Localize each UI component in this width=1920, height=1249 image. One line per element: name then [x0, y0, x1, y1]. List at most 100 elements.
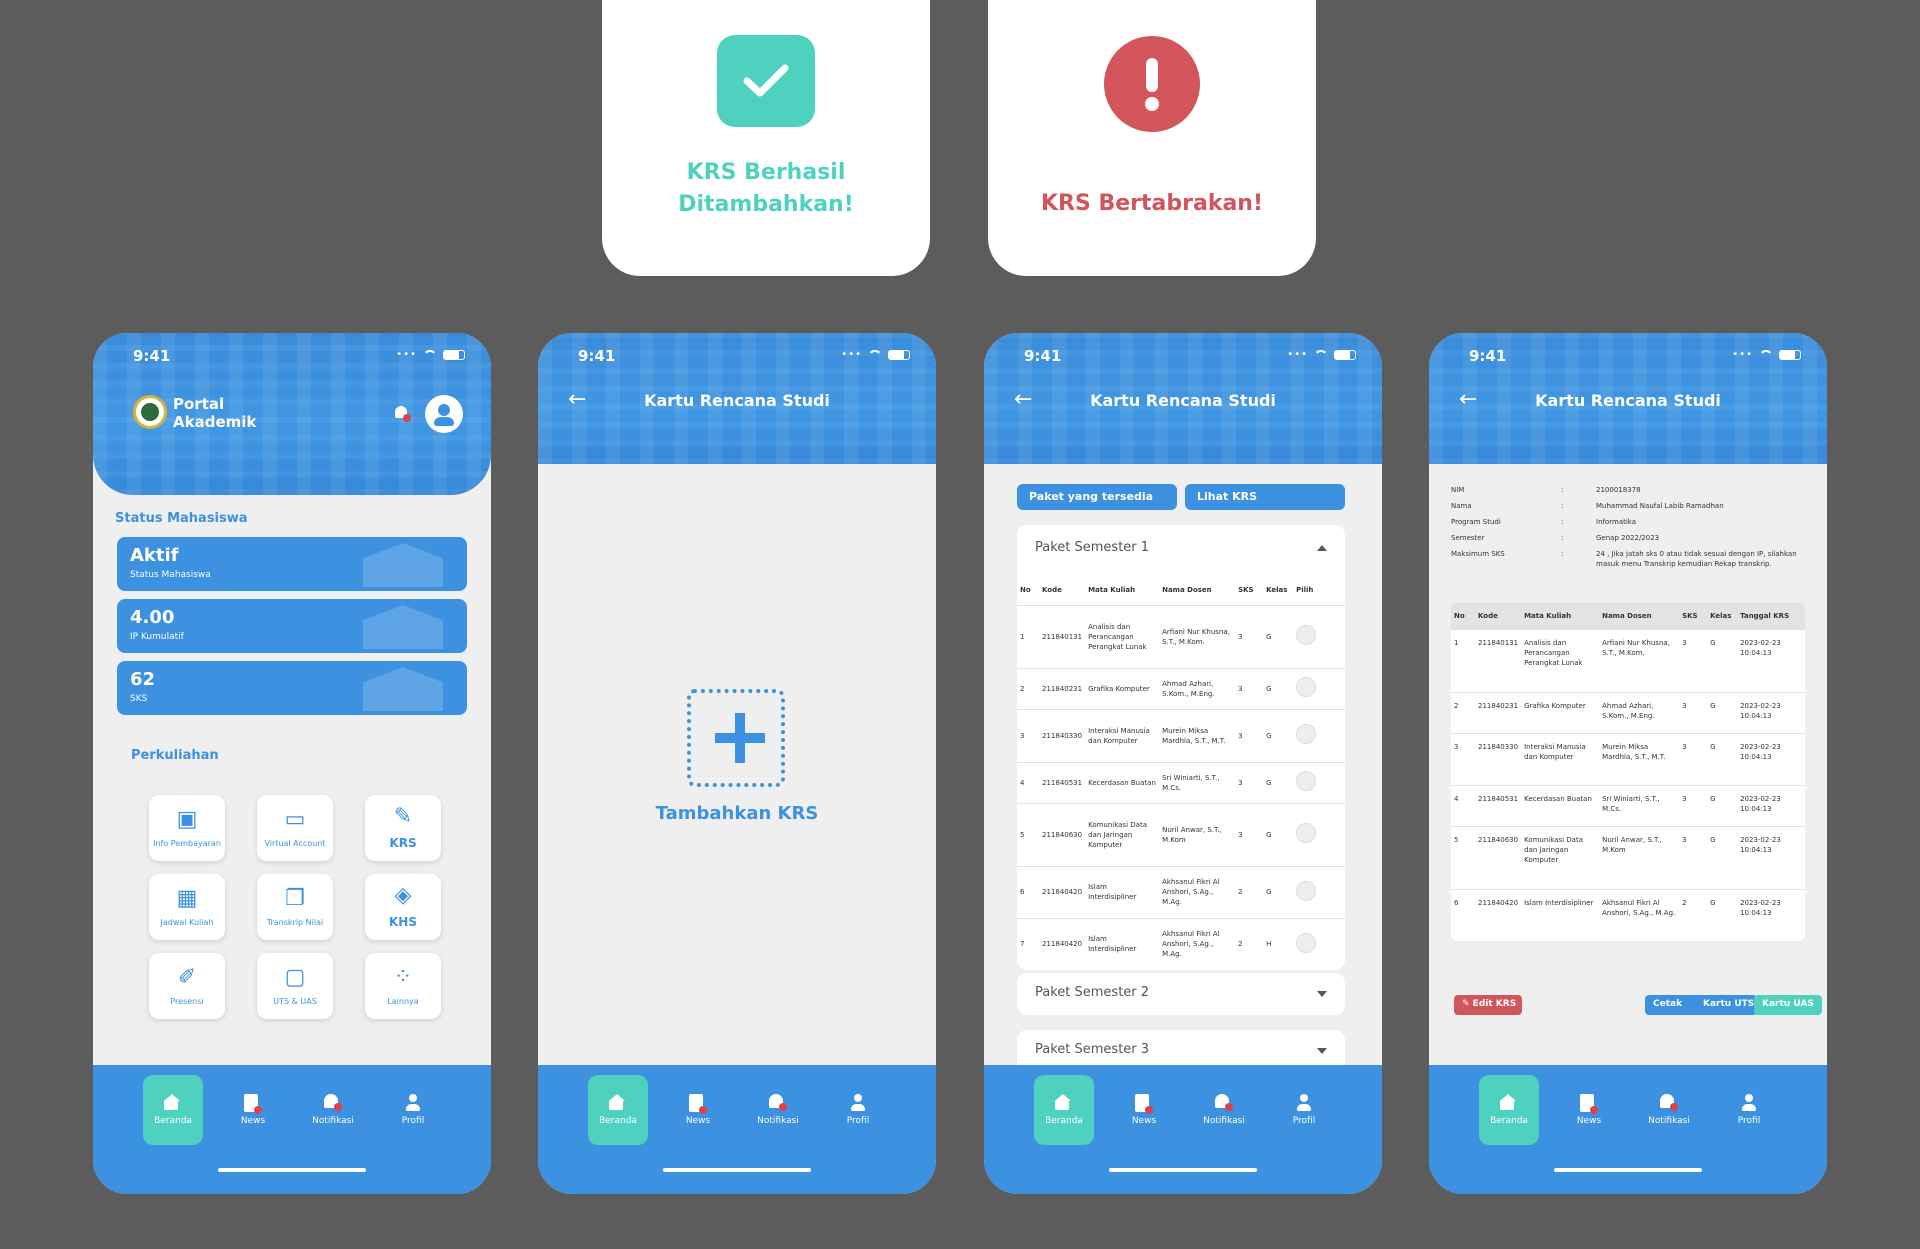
cell: Kecerdasan Buatan: [1085, 761, 1160, 803]
nav-label: Beranda: [154, 1116, 192, 1126]
cell: 2023-02-23 10:04:13: [1737, 732, 1805, 785]
nav-notifikasi[interactable]: Notifikasi: [1639, 1075, 1699, 1145]
kartu-uas-button[interactable]: Kartu UAS: [1754, 995, 1822, 1015]
edit-icon: ✐: [177, 964, 197, 990]
info-value: Informatika: [1596, 518, 1637, 526]
menu-label: KHS: [389, 915, 417, 929]
add-krs-button[interactable]: [687, 689, 785, 787]
notification-bell-icon[interactable]: [393, 405, 411, 422]
nav-profil[interactable]: Profil: [383, 1075, 443, 1145]
documents-icon: ❐: [285, 885, 305, 911]
chevron-down-icon: [1317, 1048, 1327, 1054]
cell: 2: [1235, 865, 1264, 918]
signal-icon: •••: [841, 349, 862, 360]
select-radio[interactable]: [1296, 880, 1317, 901]
krs-detail-screen: 9:41 ••• ← Kartu Rencana Studi NIM:21000…: [1429, 333, 1827, 1194]
menu-khs[interactable]: ◈ KHS: [365, 874, 441, 940]
cell: 3: [1235, 667, 1264, 709]
status-section-title: Status Mahasiswa: [115, 511, 248, 526]
nav-profil[interactable]: Profil: [828, 1075, 888, 1145]
cell: Akhsanul Fikri Al Anshori, S.Ag., M.Ag.: [1159, 865, 1236, 918]
nav-news[interactable]: News: [668, 1075, 728, 1145]
menu-info-pembayaran[interactable]: ▣ Info Pembayaran: [149, 795, 225, 861]
bell-icon: [1660, 1094, 1678, 1111]
cell: 4: [1017, 761, 1039, 803]
cell: 211840330: [1475, 732, 1522, 785]
nav-news[interactable]: News: [1559, 1075, 1619, 1145]
sks-card[interactable]: 62 SKS: [117, 661, 467, 715]
profile-avatar[interactable]: [425, 395, 463, 433]
cell: 211840630: [1039, 802, 1086, 866]
info-value: Genap 2022/2023: [1596, 534, 1660, 542]
status-time: 9:41: [1024, 347, 1062, 365]
status-card[interactable]: Aktif Status Mahasiswa: [117, 537, 467, 591]
cell: 2023-02-23 10:04:13: [1737, 628, 1805, 692]
tab-paket-tersedia[interactable]: Paket yang tersedia: [1017, 484, 1177, 510]
krs-error-dialog: KRS Bertabrakan!: [988, 0, 1316, 276]
nav-beranda[interactable]: Beranda: [588, 1075, 648, 1145]
paket-semester-1-header[interactable]: Paket Semester 1: [1017, 525, 1345, 575]
col-header: No: [1451, 603, 1475, 629]
menu-jadwal-kuliah[interactable]: ▦ Jadwal Kuliah: [149, 874, 225, 940]
paket-semester-2-card[interactable]: Paket Semester 2: [1017, 973, 1345, 1015]
menu-virtual-account[interactable]: ▭ Virtual Account: [257, 795, 333, 861]
select-radio[interactable]: [1296, 625, 1317, 645]
select-radio[interactable]: [1296, 932, 1317, 953]
news-icon: [1580, 1094, 1598, 1114]
menu-label: Transkrip Nilai: [266, 917, 324, 927]
nav-notifikasi[interactable]: Notifikasi: [303, 1075, 363, 1145]
cell: 211840231: [1475, 691, 1522, 733]
nav-beranda[interactable]: Beranda: [1034, 1075, 1094, 1145]
nav-beranda[interactable]: Beranda: [143, 1075, 203, 1145]
menu-uts-uas[interactable]: ▢ UTS & UAS: [257, 953, 333, 1019]
nav-notifikasi[interactable]: Notifikasi: [748, 1075, 808, 1145]
books-icon: [363, 667, 443, 711]
news-icon: [244, 1094, 262, 1114]
check-icon: [717, 35, 815, 127]
menu-krs[interactable]: ✎ KRS: [365, 795, 441, 861]
cell: G: [1263, 708, 1294, 762]
menu-lainnya[interactable]: ⁘ Lainnya: [365, 953, 441, 1019]
ipk-card[interactable]: 4.00 IP Kumulatif: [117, 599, 467, 653]
cell: 211840131: [1039, 604, 1086, 668]
cell: 2: [1017, 667, 1039, 709]
cell: Nuril Anwar, S.T., M.Kom: [1599, 825, 1680, 889]
select-radio[interactable]: [1296, 677, 1317, 697]
select-radio[interactable]: [1296, 823, 1317, 843]
cell: G: [1707, 784, 1738, 826]
paket-title: Paket Semester 1: [1035, 540, 1150, 555]
nav-profil[interactable]: Profil: [1719, 1075, 1779, 1145]
bottom-nav: Beranda News Notifikasi Profil: [538, 1065, 936, 1194]
nav-profil[interactable]: Profil: [1274, 1075, 1334, 1145]
nav-label: News: [240, 1116, 266, 1126]
edit-krs-button[interactable]: ✎ Edit KRS: [1454, 995, 1522, 1015]
nav-beranda[interactable]: Beranda: [1479, 1075, 1539, 1145]
nav-label: Profil: [401, 1116, 425, 1126]
user-icon: [1295, 1094, 1313, 1111]
tab-lihat-krs[interactable]: Lihat KRS: [1185, 484, 1345, 510]
select-radio[interactable]: [1296, 771, 1317, 791]
nav-notifikasi[interactable]: Notifikasi: [1194, 1075, 1254, 1145]
nav-news[interactable]: News: [1114, 1075, 1174, 1145]
nav-label: Notifikasi: [1648, 1116, 1690, 1126]
stat-label: IP Kumulatif: [130, 632, 184, 642]
cell: Arfiani Nur Khusna, S.T., M.Kom.: [1159, 604, 1236, 668]
kartu-uts-button[interactable]: Kartu UTS: [1695, 995, 1757, 1015]
cell: Akhsanul Fikri Al Anshori, S.Ag., M.Ag.: [1159, 917, 1236, 970]
info-value: 24 , Jika jatah sks 0 atau tidak sesuai …: [1596, 550, 1797, 568]
table-row: 4 211840531 Kecerdasan Buatan Sri Winiarti,…: [1017, 761, 1345, 803]
paket-semester-2-header[interactable]: Paket Semester 2: [1017, 973, 1345, 1015]
nav-label: News: [1576, 1116, 1602, 1126]
menu-transkrip-nilai[interactable]: ❐ Transkrip Nilai: [257, 874, 333, 940]
nav-news[interactable]: News: [223, 1075, 283, 1145]
info-key: Nama: [1451, 502, 1472, 510]
cell: Sri Winiarti, S.T., M.Cs.: [1159, 761, 1236, 803]
col-header: Tanggal KRS: [1737, 603, 1805, 629]
col-header: Kelas: [1707, 603, 1738, 629]
cell: Murein Miksa Mardhia, S.T., M.T.: [1159, 708, 1236, 762]
menu-presensi[interactable]: ✐ Presensi: [149, 953, 225, 1019]
select-radio[interactable]: [1296, 724, 1317, 744]
add-krs-label[interactable]: Tambahkan KRS: [538, 803, 936, 824]
paket-semester-1-card: Paket Semester 1 No Kode Mata Kuliah Nam…: [1017, 525, 1345, 970]
status-time: 9:41: [578, 347, 616, 365]
